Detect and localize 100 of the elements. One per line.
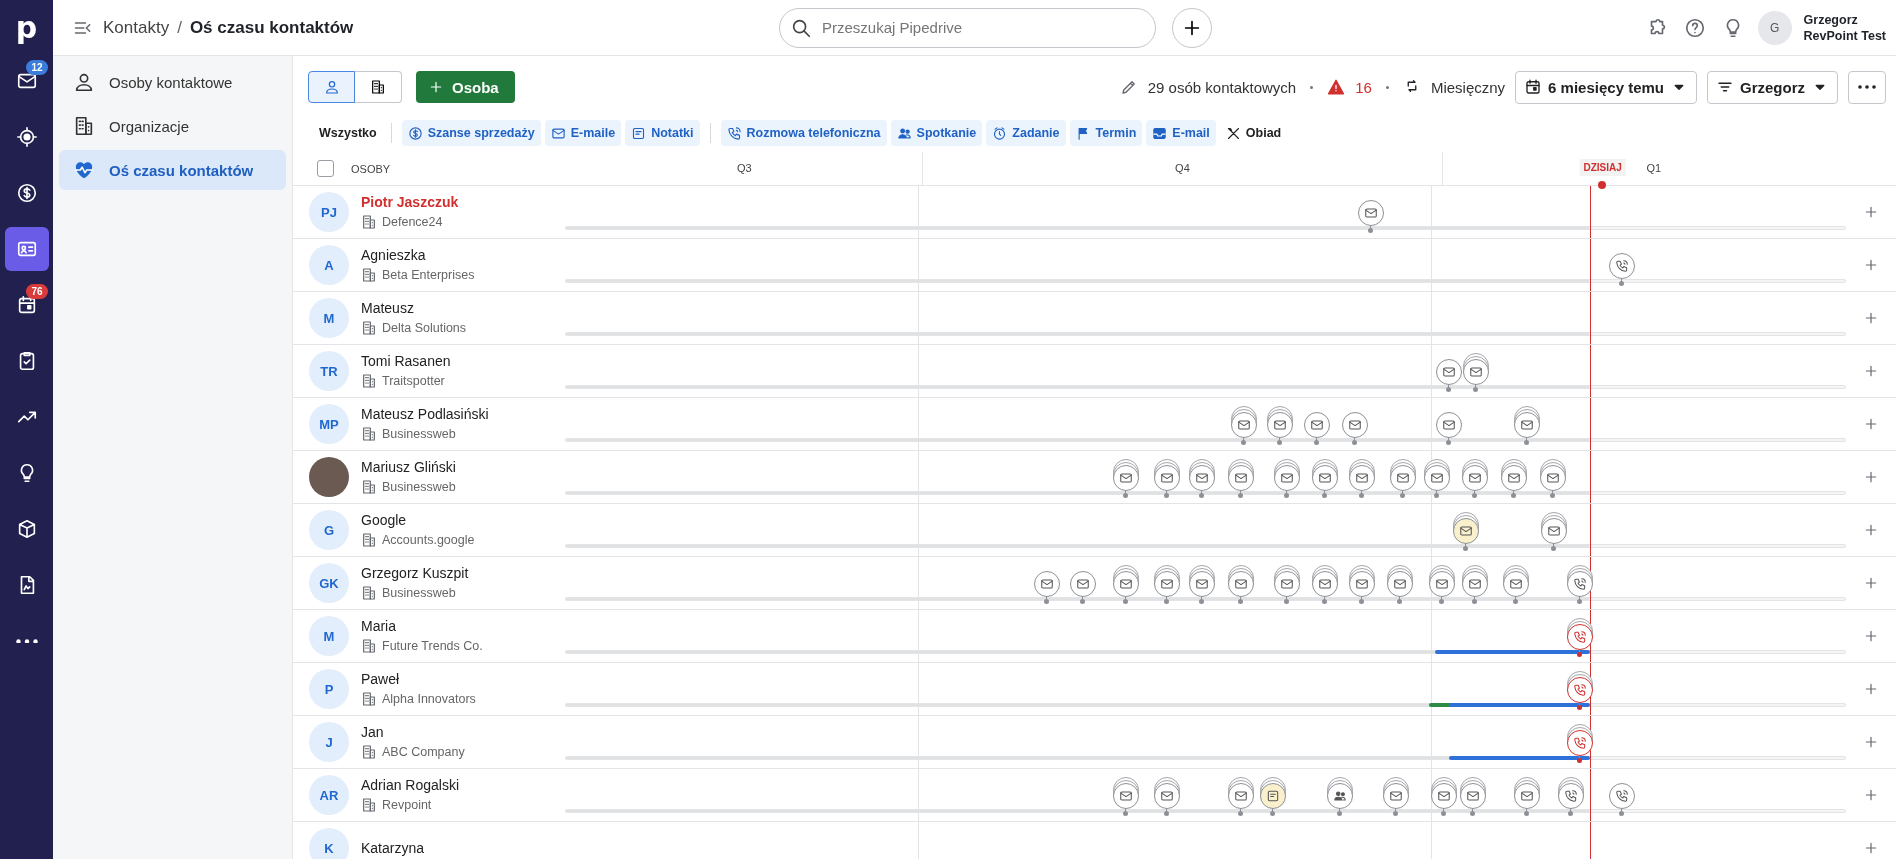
- user-name: Grzegorz: [1803, 11, 1859, 28]
- filter-chip[interactable]: Zadanie: [986, 120, 1066, 146]
- sidebar-item[interactable]: Oś czasu kontaktów: [59, 150, 286, 190]
- view-toggle-button[interactable]: [355, 71, 402, 103]
- organization-name[interactable]: Defence24: [382, 215, 443, 229]
- phone-icon: [726, 125, 742, 141]
- organization-name[interactable]: Beta Enterprises: [382, 268, 475, 282]
- plus-icon: [1863, 310, 1879, 326]
- building-icon: [361, 214, 377, 230]
- filter-chip[interactable]: E-mail: [1146, 120, 1216, 146]
- owner-filter-dropdown[interactable]: Grzegorz: [1707, 70, 1838, 104]
- envelope-icon: [1507, 471, 1522, 485]
- envelope-icon: [1160, 789, 1175, 803]
- organization-name[interactable]: Businessweb: [382, 427, 456, 441]
- user-avatar[interactable]: G: [1757, 10, 1792, 45]
- person-name[interactable]: Paweł: [361, 671, 476, 687]
- filter-chip[interactable]: Rozmowa telefoniczna: [720, 120, 887, 146]
- initials-avatar: GK: [309, 563, 349, 603]
- period-dropdown[interactable]: 6 miesięcy temu: [1515, 70, 1697, 104]
- plus-icon: [1863, 787, 1879, 803]
- organization-name[interactable]: Delta Solutions: [382, 321, 467, 335]
- building-icon: [361, 426, 377, 442]
- person-name[interactable]: Mateusz: [361, 300, 467, 316]
- person-name[interactable]: Katarzyna: [361, 840, 425, 856]
- phone-icon: [1614, 789, 1629, 803]
- building-icon: [73, 115, 95, 137]
- plus-icon: [1863, 469, 1879, 485]
- calendar-icon: [1524, 78, 1543, 96]
- envelope-icon: [1119, 471, 1134, 485]
- envelope-icon: [1441, 365, 1456, 379]
- person-name[interactable]: Mateusz Podlasiński: [361, 406, 489, 422]
- envelope-icon: [1468, 365, 1483, 379]
- building-icon: [361, 638, 377, 654]
- initials-avatar: K: [309, 828, 349, 859]
- organization-name[interactable]: Traitspotter: [382, 374, 445, 388]
- search-input[interactable]: Przeszukaj Pipedrive: [820, 18, 1145, 37]
- filter-chip[interactable]: Wszystko: [313, 120, 381, 146]
- filter-chip[interactable]: Obiad: [1219, 120, 1288, 146]
- add-button[interactable]: [1172, 7, 1212, 48]
- nav-button[interactable]: 76: [4, 283, 49, 327]
- envelope-icon: [1546, 524, 1561, 538]
- envelope-icon: [1194, 471, 1209, 485]
- add-person-button[interactable]: Osoba: [416, 71, 515, 103]
- view-toggle-button[interactable]: [308, 71, 355, 103]
- building-icon: [361, 532, 377, 548]
- filter-chip[interactable]: Termin: [1069, 120, 1143, 146]
- envelope-icon: [1039, 577, 1054, 591]
- person-icon: [73, 71, 95, 93]
- target-icon: [15, 126, 38, 148]
- initials-avatar: M: [309, 298, 349, 338]
- person-name[interactable]: Piotr Jaszczuk: [361, 194, 459, 210]
- organization-name[interactable]: ABC Company: [382, 745, 465, 759]
- person-icon: [323, 79, 340, 95]
- person-name[interactable]: Jan: [361, 724, 465, 740]
- interval-label: Miesięczny: [1430, 78, 1506, 96]
- organization-name[interactable]: Future Trends Co.: [382, 639, 483, 653]
- phone-icon: [1572, 736, 1587, 750]
- plus-icon: [428, 79, 444, 95]
- plus-icon: [1863, 416, 1879, 432]
- person-name[interactable]: Mariusz Gliński: [361, 459, 456, 475]
- envelope-icon: [550, 125, 566, 141]
- initials-avatar: AR: [309, 775, 349, 815]
- person-name[interactable]: Tomi Rasanen: [361, 353, 451, 369]
- envelope-icon: [1436, 789, 1451, 803]
- organization-name[interactable]: Businessweb: [382, 480, 456, 494]
- phone-icon: [1572, 630, 1587, 644]
- organization-name[interactable]: Revpoint: [382, 798, 432, 812]
- filter-chip[interactable]: Spotkanie: [890, 120, 983, 146]
- more-button[interactable]: [1848, 70, 1886, 104]
- filter-chip[interactable]: Szanse sprzedaży: [401, 120, 541, 146]
- select-all-checkbox[interactable]: [317, 160, 334, 177]
- organization-name[interactable]: Alpha Innovators: [382, 692, 476, 706]
- plus-icon: [1863, 522, 1879, 538]
- cutlery-icon: [1225, 125, 1241, 141]
- breadcrumb-link[interactable]: Kontakty: [103, 17, 170, 38]
- alert-count: 16: [1355, 78, 1372, 96]
- initials-avatar: MP: [309, 404, 349, 444]
- clock-icon: [992, 125, 1008, 141]
- organization-name[interactable]: Businessweb: [382, 586, 456, 600]
- person-name[interactable]: Maria: [361, 618, 483, 634]
- sidebar-item[interactable]: Organizacje: [59, 106, 286, 146]
- warning-icon: [1327, 78, 1346, 96]
- person-name[interactable]: Google: [361, 512, 475, 528]
- nav-button[interactable]: [4, 227, 49, 271]
- filter-chip[interactable]: E-maile: [544, 120, 622, 146]
- person-name[interactable]: Adrian Rogalski: [361, 777, 460, 793]
- envelope-icon: [1458, 524, 1473, 538]
- sidebar-item[interactable]: Osoby kontaktowe: [59, 62, 286, 102]
- envelope-icon: [1389, 789, 1404, 803]
- envelope-icon: [1317, 471, 1332, 485]
- person-name[interactable]: Agnieszka: [361, 247, 475, 263]
- breadcrumb-separator: /: [177, 17, 182, 38]
- organization-name[interactable]: Accounts.google: [382, 533, 475, 547]
- nav-button[interactable]: 12: [4, 59, 49, 103]
- envelope-icon: [1520, 418, 1534, 432]
- filter-chip[interactable]: Notatki: [625, 120, 700, 146]
- person-name[interactable]: Grzegorz Kuszpit: [361, 565, 469, 581]
- building-icon: [361, 744, 377, 760]
- count-badge: 76: [26, 284, 48, 299]
- app-logo[interactable]: p: [15, 0, 38, 55]
